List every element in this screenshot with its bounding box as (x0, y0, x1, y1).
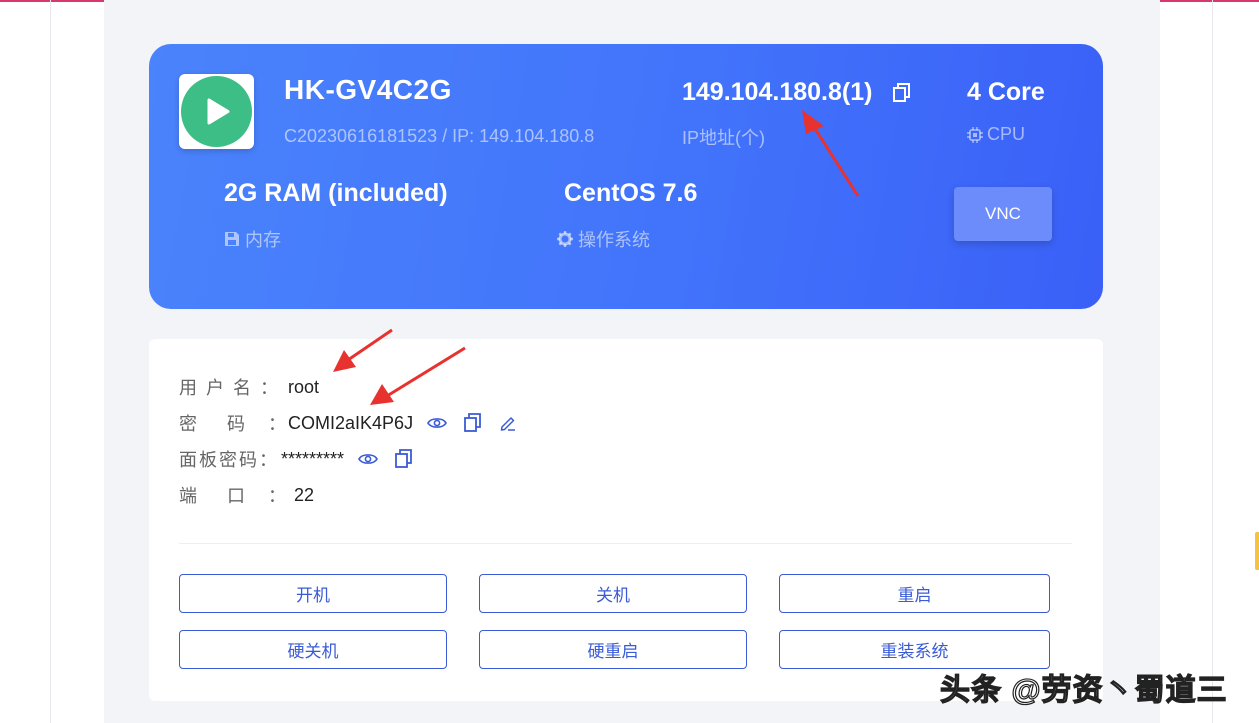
right-divider (1212, 0, 1213, 723)
server-status-button[interactable] (179, 74, 254, 149)
os-value: CentOS 7.6 (564, 179, 698, 207)
port-row: 端 口 ： 22 (179, 482, 314, 508)
ram-label: 内存 (245, 230, 281, 250)
copy-icon[interactable] (394, 448, 414, 470)
port-label: 端 口 ： (179, 486, 289, 506)
chip-icon (967, 126, 983, 143)
restart-button[interactable]: 重启 (779, 574, 1050, 613)
username-row: 用 户 名 ： root (179, 374, 319, 400)
username-value: root (288, 376, 320, 397)
ram-label-row: 内存 (224, 226, 281, 252)
panel-password-value: ********* (281, 448, 345, 469)
server-name: HK-GV4C2G (284, 74, 452, 105)
password-value: COMI2aIK4P6J (288, 412, 414, 433)
ram-value: 2G RAM (included) (224, 179, 448, 207)
password-label: 密 码 ： (179, 414, 289, 434)
username-label: 用 户 名 ： (179, 378, 281, 398)
play-icon (207, 98, 230, 125)
eye-icon[interactable] (427, 416, 447, 430)
hard-restart-button[interactable]: 硬重启 (479, 630, 747, 669)
side-tab[interactable] (1255, 532, 1259, 570)
port-value: 22 (294, 484, 315, 505)
section-divider (179, 543, 1072, 544)
left-divider (50, 0, 51, 723)
server-summary-card: HK-GV4C2G C20230616181523 / IP: 149.104.… (149, 44, 1103, 309)
cpu-label-row: CPU (967, 124, 1025, 145)
cpu-value: 4 Core (967, 78, 1045, 106)
credentials-panel: 用 户 名 ： root 密 码 ： COMI2aIK4P6J 面板密码： **… (149, 339, 1103, 701)
os-label: 操作系统 (578, 230, 650, 250)
hard-shutdown-button[interactable]: 硬关机 (179, 630, 447, 669)
shutdown-button[interactable]: 关机 (479, 574, 747, 613)
memory-icon (225, 232, 239, 246)
server-id-ip: C20230616181523 / IP: 149.104.180.8 (284, 126, 595, 146)
gear-icon (557, 231, 573, 247)
watermark-text: 头条 @劳资丶蜀道三 (939, 673, 1228, 707)
running-status-indicator (181, 76, 252, 147)
vnc-button[interactable]: VNC (954, 187, 1052, 241)
panel-password-label: 面板密码： (179, 450, 279, 470)
copy-icon[interactable] (892, 82, 912, 104)
reinstall-system-button[interactable]: 重装系统 (779, 630, 1050, 669)
ip-address-label: IP地址(个) (682, 128, 765, 148)
cpu-label: CPU (987, 124, 1026, 144)
copy-icon[interactable] (463, 412, 483, 434)
power-on-button[interactable]: 开机 (179, 574, 447, 613)
edit-icon[interactable] (499, 414, 517, 432)
os-label-row: 操作系统 (557, 226, 650, 252)
eye-icon[interactable] (358, 452, 378, 466)
password-row: 密 码 ： COMI2aIK4P6J (179, 410, 517, 436)
panel-password-row: 面板密码： ********* (179, 446, 414, 472)
ip-address-value: 149.104.180.8(1) (682, 78, 873, 106)
